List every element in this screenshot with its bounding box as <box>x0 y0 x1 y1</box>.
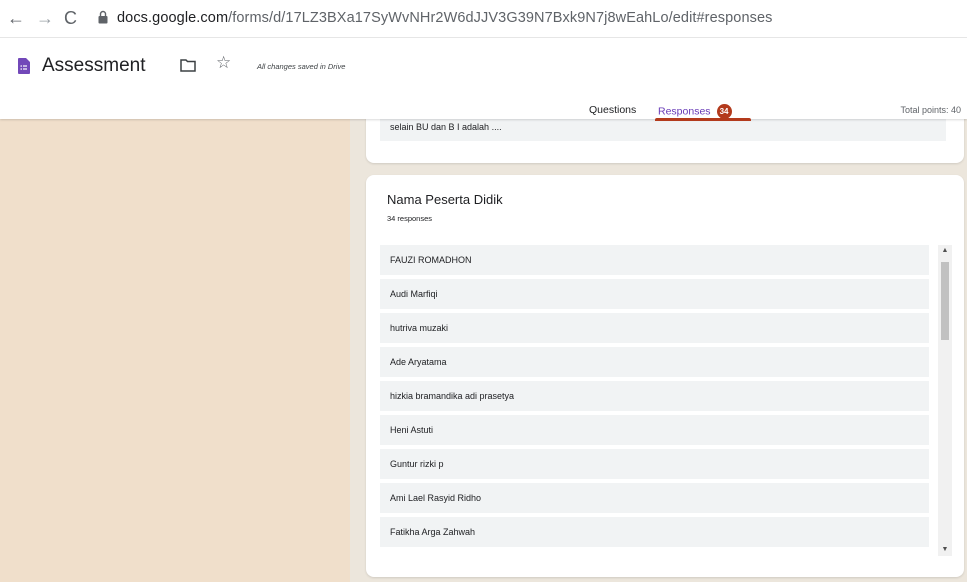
tab-questions[interactable]: Questions <box>589 104 636 116</box>
scroll-up-icon[interactable]: ▲ <box>938 245 952 257</box>
tab-responses[interactable]: Responses 34 <box>658 104 732 119</box>
left-background-panel <box>0 119 350 582</box>
previous-response-text: selain BU dan B I adalah .... <box>390 122 502 132</box>
list-item: Audi Marfiqi <box>380 279 929 309</box>
url-host: docs.google.com <box>117 10 229 26</box>
address-bar[interactable]: docs.google.com/forms/d/17LZ3BXa17SyWvNH… <box>117 10 773 26</box>
list-item: hizkia bramandika adi prasetya <box>380 381 929 411</box>
lock-icon[interactable] <box>98 10 108 24</box>
responses-scrollbar[interactable]: ▲ ▼ <box>938 245 952 556</box>
reload-icon[interactable]: C <box>64 9 77 27</box>
list-item: Ade Aryatama <box>380 347 929 377</box>
question-card: Nama Peserta Didik 34 responses FAUZI RO… <box>366 175 964 577</box>
responses-count-badge: 34 <box>716 104 732 119</box>
list-item: FAUZI ROMADHON <box>380 245 929 275</box>
responses-canvas: selain BU dan B I adalah .... Nama Peser… <box>0 109 967 582</box>
total-points: Total points: 40 <box>900 105 961 115</box>
folder-icon[interactable] <box>180 58 196 72</box>
tab-responses-label: Responses <box>658 105 711 118</box>
responses-list: FAUZI ROMADHON Audi Marfiqi hutriva muza… <box>380 245 929 551</box>
list-item: Ami Lael Rasyid Ridho <box>380 483 929 513</box>
browser-toolbar: ← → C docs.google.com/forms/d/17LZ3BXa17… <box>0 0 967 38</box>
star-icon[interactable]: ☆ <box>216 53 231 73</box>
forward-icon[interactable]: → <box>36 9 54 27</box>
question-title: Nama Peserta Didik <box>387 192 503 207</box>
url-path: /forms/d/17LZ3BXa17SyWvNHr2W6dJJV3G39N7B… <box>228 10 773 26</box>
scrollbar-thumb[interactable] <box>941 262 949 340</box>
active-tab-indicator <box>655 118 751 121</box>
forms-header: Assessment ☆ All changes saved in Drive … <box>0 38 967 121</box>
response-count: 34 responses <box>387 214 433 223</box>
save-status: All changes saved in Drive <box>257 62 346 71</box>
list-item: Guntur rizki p <box>380 449 929 479</box>
back-icon[interactable]: ← <box>7 9 25 27</box>
form-title[interactable]: Assessment <box>42 55 145 77</box>
list-item: hutriva muzaki <box>380 313 929 343</box>
list-item: Fatikha Arga Zahwah <box>380 517 929 547</box>
list-item: Heni Astuti <box>380 415 929 445</box>
google-forms-logo-icon[interactable] <box>18 58 30 74</box>
scroll-down-icon[interactable]: ▼ <box>938 544 952 556</box>
